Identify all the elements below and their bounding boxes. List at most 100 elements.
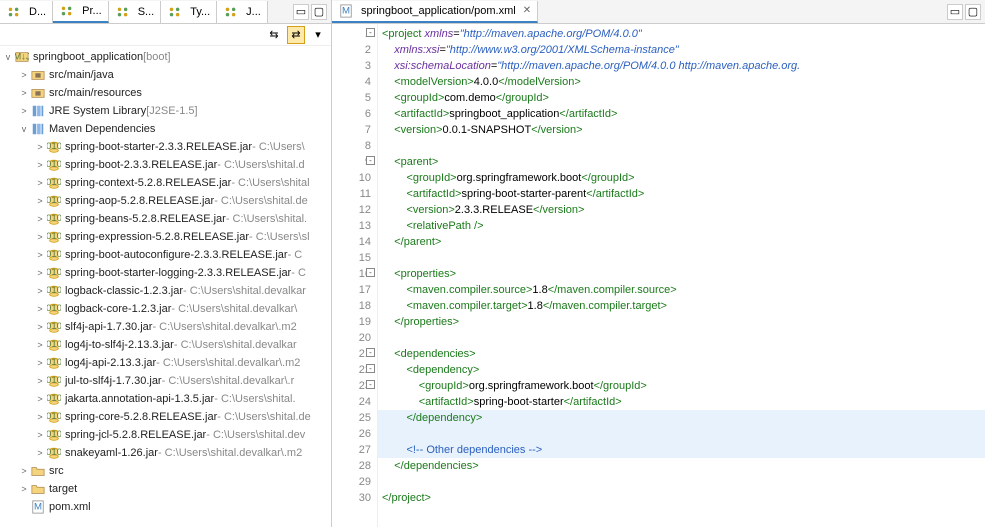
code-line[interactable]: <artifactId>spring-boot-starter-parent</… xyxy=(378,186,985,202)
code-editor[interactable]: 1-23456789-10111213141516-1718192021-22-… xyxy=(332,24,985,527)
line-number[interactable]: 10 xyxy=(332,170,371,186)
expand-arrow-icon[interactable]: > xyxy=(34,412,46,422)
code-line[interactable]: <artifactId>springboot_application</arti… xyxy=(378,106,985,122)
line-number[interactable]: 25 xyxy=(332,410,371,426)
tree-item[interactable]: >010spring-boot-starter-2.3.3.RELEASE.ja… xyxy=(0,138,331,156)
code-line[interactable]: </project> xyxy=(378,490,985,506)
line-number[interactable]: 16- xyxy=(332,266,371,282)
line-number[interactable]: 20 xyxy=(332,330,371,346)
fold-toggle-icon[interactable]: - xyxy=(366,364,375,373)
tree-item[interactable]: >src/main/resources xyxy=(0,84,331,102)
tree-item[interactable]: >010spring-boot-2.3.3.RELEASE.jar - C:\U… xyxy=(0,156,331,174)
code-line[interactable]: <groupId>org.springframework.boot</group… xyxy=(378,378,985,394)
expand-arrow-icon[interactable]: v xyxy=(18,124,30,134)
view-tab[interactable]: J... xyxy=(217,1,268,23)
expand-arrow-icon[interactable]: > xyxy=(18,70,30,80)
minimize-button[interactable]: ▭ xyxy=(293,4,309,20)
tree-item[interactable]: >src/main/java xyxy=(0,66,331,84)
editor-tab-pom[interactable]: M springboot_application/pom.xml ✕ xyxy=(332,1,538,23)
code-line[interactable] xyxy=(378,250,985,266)
code-line[interactable]: <groupId>org.springframework.boot</group… xyxy=(378,170,985,186)
code-line[interactable] xyxy=(378,426,985,442)
line-number[interactable]: 27 xyxy=(332,442,371,458)
line-number[interactable]: 14 xyxy=(332,234,371,250)
line-number[interactable]: 24 xyxy=(332,394,371,410)
tree-item[interactable]: >010spring-aop-5.2.8.RELEASE.jar - C:\Us… xyxy=(0,192,331,210)
expand-arrow-icon[interactable]: > xyxy=(34,448,46,458)
fold-toggle-icon[interactable]: - xyxy=(366,28,375,37)
line-number[interactable]: 3 xyxy=(332,58,371,74)
code-line[interactable]: xsi:schemaLocation="http://maven.apache.… xyxy=(378,58,985,74)
tree-item[interactable]: >010spring-jcl-5.2.8.RELEASE.jar - C:\Us… xyxy=(0,426,331,444)
expand-arrow-icon[interactable]: > xyxy=(34,232,46,242)
view-tab[interactable]: Pr... xyxy=(53,1,109,23)
expand-arrow-icon[interactable]: > xyxy=(34,142,46,152)
tree-item[interactable]: >JRE System Library [J2SE-1.5] xyxy=(0,102,331,120)
expand-arrow-icon[interactable]: > xyxy=(34,286,46,296)
expand-arrow-icon[interactable]: > xyxy=(34,340,46,350)
code-line[interactable]: </dependency> xyxy=(378,410,985,426)
line-number[interactable]: 30 xyxy=(332,490,371,506)
expand-arrow-icon[interactable]: > xyxy=(34,358,46,368)
line-number[interactable]: 18 xyxy=(332,298,371,314)
line-number[interactable]: 9- xyxy=(332,154,371,170)
line-number[interactable]: 6 xyxy=(332,106,371,122)
tree-item[interactable]: >010logback-classic-1.2.3.jar - C:\Users… xyxy=(0,282,331,300)
code-line[interactable]: xmlns:xsi="http://www.w3.org/2001/XMLSch… xyxy=(378,42,985,58)
view-tab[interactable]: S... xyxy=(109,1,162,23)
expand-arrow-icon[interactable]: > xyxy=(18,466,30,476)
collapse-all-button[interactable]: ⇆ xyxy=(265,26,283,44)
line-number[interactable]: 21- xyxy=(332,346,371,362)
tree-item[interactable]: >src xyxy=(0,462,331,480)
expand-arrow-icon[interactable]: > xyxy=(34,430,46,440)
fold-toggle-icon[interactable]: - xyxy=(366,156,375,165)
line-number[interactable]: 19 xyxy=(332,314,371,330)
line-number[interactable]: 22- xyxy=(332,362,371,378)
line-number[interactable]: 1- xyxy=(332,26,371,42)
minimize-button[interactable]: ▭ xyxy=(947,4,963,20)
line-number[interactable]: 5 xyxy=(332,90,371,106)
tree-item[interactable]: >target xyxy=(0,480,331,498)
fold-toggle-icon[interactable]: - xyxy=(366,380,375,389)
line-number[interactable]: 26 xyxy=(332,426,371,442)
tab-close-button[interactable]: ✕ xyxy=(523,5,531,16)
line-number[interactable]: 7 xyxy=(332,122,371,138)
tree-item[interactable]: >010log4j-to-slf4j-2.13.3.jar - C:\Users… xyxy=(0,336,331,354)
tree-item[interactable]: Mpom.xml xyxy=(0,498,331,516)
line-number[interactable]: 23- xyxy=(332,378,371,394)
view-tab[interactable]: D... xyxy=(0,1,53,23)
line-number[interactable]: 8 xyxy=(332,138,371,154)
fold-toggle-icon[interactable]: - xyxy=(366,348,375,357)
expand-arrow-icon[interactable]: > xyxy=(34,178,46,188)
line-number[interactable]: 29 xyxy=(332,474,371,490)
code-line[interactable]: </properties> xyxy=(378,314,985,330)
code-line[interactable]: <dependency> xyxy=(378,362,985,378)
expand-arrow-icon[interactable]: > xyxy=(34,376,46,386)
code-line[interactable]: <modelVersion>4.0.0</modelVersion> xyxy=(378,74,985,90)
code-line[interactable]: <dependencies> xyxy=(378,346,985,362)
expand-arrow-icon[interactable]: > xyxy=(34,196,46,206)
line-number[interactable]: 28 xyxy=(332,458,371,474)
code-line[interactable]: <relativePath /> xyxy=(378,218,985,234)
tree-item[interactable]: >010snakeyaml-1.26.jar - C:\Users\shital… xyxy=(0,444,331,462)
code-content[interactable]: <project xmlns="http://maven.apache.org/… xyxy=(378,24,985,527)
code-line[interactable]: <properties> xyxy=(378,266,985,282)
code-line[interactable]: <version>2.3.3.RELEASE</version> xyxy=(378,202,985,218)
expand-arrow-icon[interactable]: > xyxy=(34,250,46,260)
tree-item[interactable]: >010spring-boot-autoconfigure-2.3.3.RELE… xyxy=(0,246,331,264)
view-tab[interactable]: Ty... xyxy=(161,1,217,23)
code-line[interactable] xyxy=(378,138,985,154)
code-line[interactable]: <parent> xyxy=(378,154,985,170)
expand-arrow-icon[interactable]: > xyxy=(34,268,46,278)
code-line[interactable]: <artifactId>spring-boot-starter</artifac… xyxy=(378,394,985,410)
project-tree[interactable]: v M↓J springboot_application [boot] >src… xyxy=(0,46,331,527)
expand-arrow-icon[interactable]: > xyxy=(34,322,46,332)
project-root[interactable]: v M↓J springboot_application [boot] xyxy=(0,48,331,66)
expand-arrow-icon[interactable]: > xyxy=(18,106,30,116)
line-number[interactable]: 4 xyxy=(332,74,371,90)
tree-item[interactable]: >010logback-core-1.2.3.jar - C:\Users\sh… xyxy=(0,300,331,318)
code-line[interactable]: <maven.compiler.source>1.8</maven.compil… xyxy=(378,282,985,298)
code-line[interactable]: <groupId>com.demo</groupId> xyxy=(378,90,985,106)
tree-item[interactable]: >010spring-expression-5.2.8.RELEASE.jar … xyxy=(0,228,331,246)
line-number[interactable]: 13 xyxy=(332,218,371,234)
